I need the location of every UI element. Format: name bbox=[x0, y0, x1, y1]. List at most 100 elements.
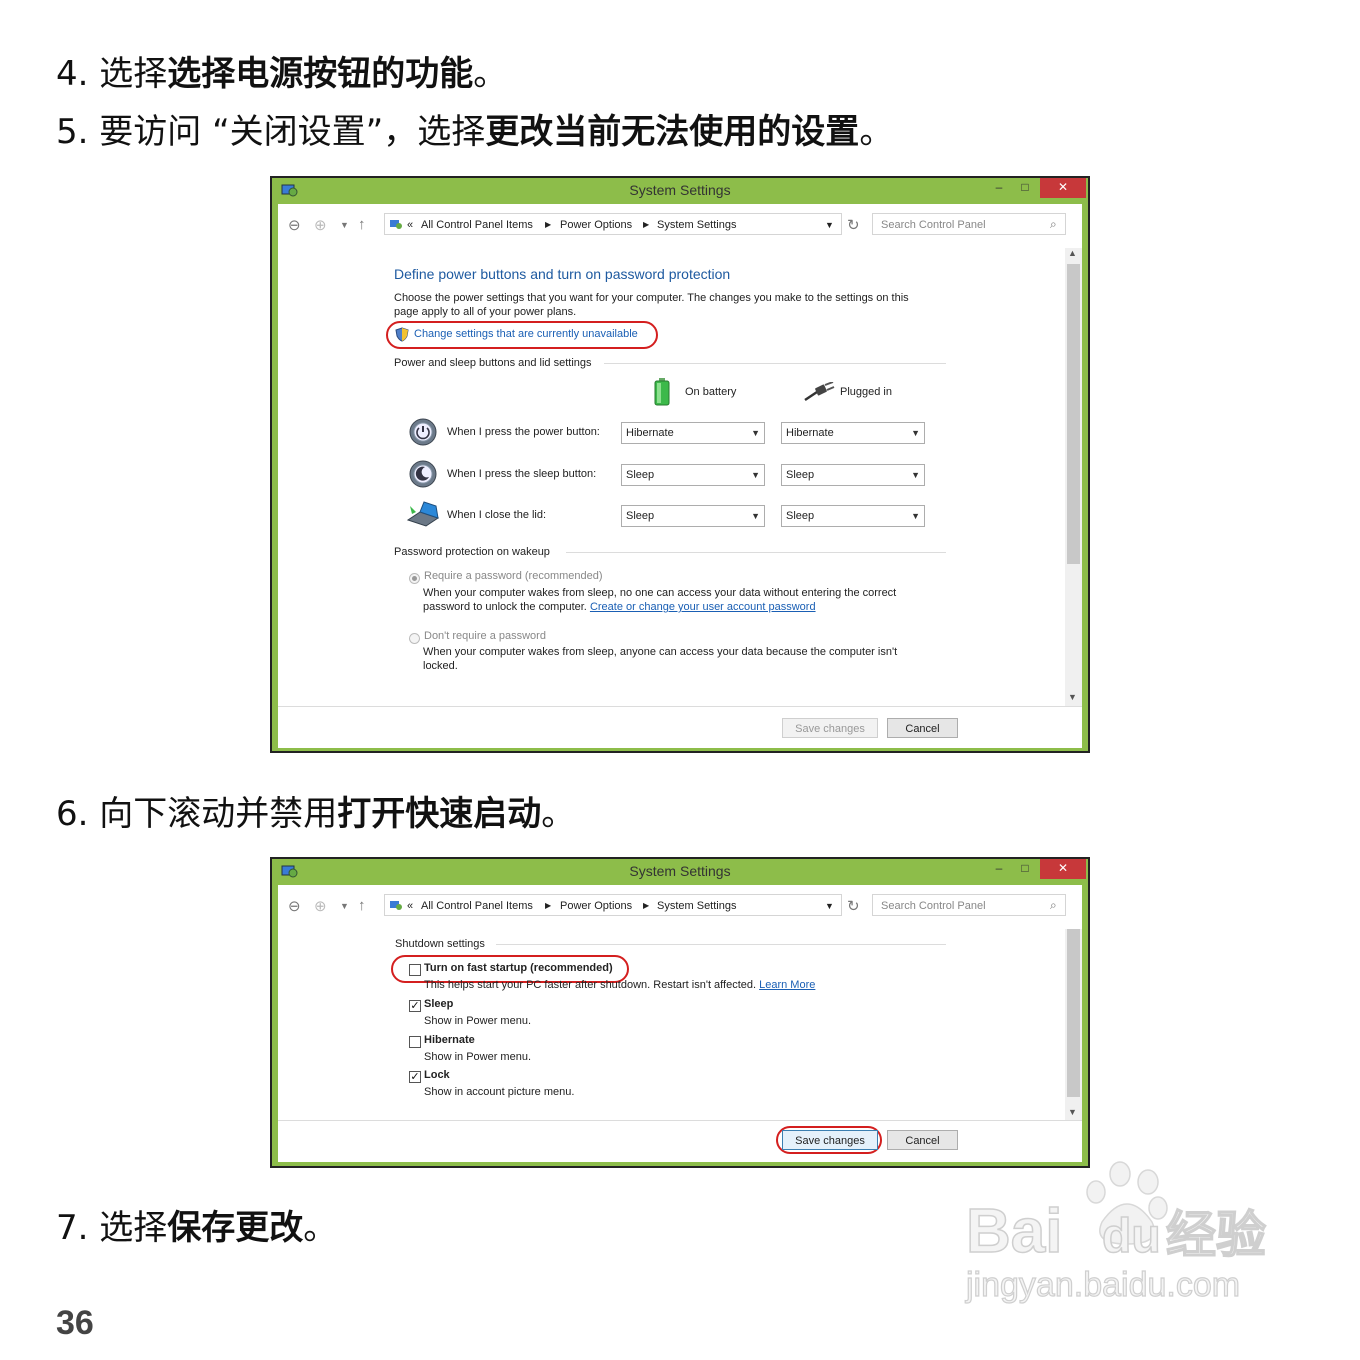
navigation-bar: ⊖ ⊕ ▼ ↑ « All Control Panel Items ▶ Powe… bbox=[278, 885, 1082, 930]
lock-checkbox[interactable]: ✓ bbox=[409, 1071, 421, 1083]
section-divider bbox=[604, 363, 946, 364]
up-icon[interactable]: ↑ bbox=[358, 216, 366, 233]
recent-locations-icon[interactable]: ▼ bbox=[340, 220, 349, 230]
breadcrumb-item[interactable]: All Control Panel Items bbox=[421, 214, 533, 236]
step-end: 。 bbox=[473, 54, 508, 94]
row-label: When I press the power button: bbox=[447, 426, 600, 438]
power-plug-icon bbox=[804, 382, 835, 402]
close-button[interactable]: ✕ bbox=[1040, 859, 1086, 879]
row-label: When I press the sleep button: bbox=[447, 468, 597, 480]
step-bold-text: 选择电源按钮的功能 bbox=[167, 54, 474, 94]
hibernate-checkbox[interactable] bbox=[409, 1036, 421, 1048]
breadcrumb-item[interactable]: System Settings bbox=[657, 214, 736, 236]
chevron-down-icon: ▼ bbox=[911, 511, 920, 521]
save-changes-button[interactable]: Save changes bbox=[782, 1130, 878, 1150]
breadcrumb-item[interactable]: Power Options bbox=[560, 214, 632, 236]
radio-label: Don't require a password bbox=[424, 630, 546, 642]
up-icon[interactable]: ↑ bbox=[358, 897, 366, 914]
sleep-button-battery-select[interactable]: Sleep ▼ bbox=[621, 464, 765, 486]
checkbox-label: Lock bbox=[424, 1069, 450, 1081]
address-bar[interactable]: « All Control Panel Items ▶ Power Option… bbox=[384, 894, 842, 916]
search-input[interactable]: Search Control Panel bbox=[872, 894, 1066, 916]
scroll-down-icon[interactable]: ▼ bbox=[1068, 1107, 1077, 1117]
select-value: Sleep bbox=[786, 469, 815, 481]
address-bar[interactable]: « All Control Panel Items ▶ Power Option… bbox=[384, 213, 842, 235]
scroll-thumb[interactable] bbox=[1067, 929, 1080, 1097]
recent-locations-icon[interactable]: ▼ bbox=[340, 901, 349, 911]
dropdown-icon[interactable]: ▼ bbox=[825, 895, 834, 917]
no-password-radio[interactable] bbox=[409, 633, 420, 644]
checkbox-label: Sleep bbox=[424, 998, 454, 1010]
scrollbar[interactable]: ▼ bbox=[1065, 929, 1082, 1120]
step-number: 4. bbox=[56, 54, 89, 94]
back-icon[interactable]: ⊖ bbox=[288, 897, 301, 915]
watermark-brand-2: du bbox=[1102, 1210, 1161, 1263]
scrollbar[interactable]: ▲ ▼ bbox=[1065, 248, 1082, 706]
power-button-plugged-select[interactable]: Hibernate ▼ bbox=[781, 422, 925, 444]
step-end: 。 bbox=[303, 1208, 338, 1248]
require-password-radio[interactable] bbox=[409, 573, 420, 584]
breadcrumb-item[interactable]: Power Options bbox=[560, 895, 632, 917]
section-divider bbox=[566, 552, 946, 553]
scroll-up-icon[interactable]: ▲ bbox=[1068, 248, 1077, 258]
breadcrumb-item[interactable]: All Control Panel Items bbox=[421, 895, 533, 917]
create-password-link[interactable]: Create or change your user account passw… bbox=[590, 601, 816, 613]
learn-more-link[interactable]: Learn More bbox=[759, 979, 815, 991]
step-end: 。 bbox=[541, 794, 576, 834]
forward-icon[interactable]: ⊕ bbox=[314, 216, 327, 234]
column-header-plugged: Plugged in bbox=[840, 386, 892, 398]
scroll-thumb[interactable] bbox=[1067, 264, 1080, 564]
maximize-button[interactable]: □ bbox=[1012, 859, 1038, 879]
option-description: Show in Power menu. bbox=[424, 1015, 531, 1027]
back-icon[interactable]: ⊖ bbox=[288, 216, 301, 234]
select-value: Hibernate bbox=[786, 427, 834, 439]
search-input[interactable]: Search Control Panel bbox=[872, 213, 1066, 235]
chevron-right-icon[interactable]: ▶ bbox=[643, 895, 649, 917]
minimize-button[interactable]: – bbox=[986, 859, 1012, 879]
sleep-checkbox[interactable]: ✓ bbox=[409, 1000, 421, 1012]
chevron-down-icon: ▼ bbox=[751, 470, 760, 480]
refresh-icon[interactable]: ↻ bbox=[847, 897, 860, 915]
lid-plugged-select[interactable]: Sleep ▼ bbox=[781, 505, 925, 527]
chevron-right-icon[interactable]: ▶ bbox=[545, 895, 551, 917]
cancel-button[interactable]: Cancel bbox=[887, 1130, 958, 1150]
step-7: 7. 选择保存更改。 bbox=[56, 1206, 337, 1250]
search-icon[interactable]: ⌕ bbox=[1050, 217, 1057, 232]
checkbox-label: Hibernate bbox=[424, 1034, 475, 1046]
fast-startup-checkbox[interactable] bbox=[409, 964, 421, 976]
option-description: locked. bbox=[423, 660, 458, 672]
change-settings-link[interactable]: Change settings that are currently unava… bbox=[414, 328, 638, 340]
step-bold-text: 保存更改 bbox=[167, 1208, 304, 1248]
breadcrumb-item[interactable]: System Settings bbox=[657, 895, 736, 917]
sleep-button-icon bbox=[409, 460, 437, 488]
select-value: Sleep bbox=[626, 469, 655, 481]
maximize-button[interactable]: □ bbox=[1012, 178, 1038, 198]
content-area: ▼ Shutdown settings Turn on fast startup… bbox=[278, 929, 1082, 1120]
lid-battery-select[interactable]: Sleep ▼ bbox=[621, 505, 765, 527]
option-description: Show in account picture menu. bbox=[424, 1086, 575, 1098]
minimize-button[interactable]: – bbox=[986, 178, 1012, 198]
chevron-right-icon[interactable]: ▶ bbox=[643, 214, 649, 236]
chevron-down-icon: ▼ bbox=[751, 511, 760, 521]
close-button[interactable]: ✕ bbox=[1040, 178, 1086, 198]
search-icon[interactable]: ⌕ bbox=[1050, 898, 1057, 913]
cancel-button[interactable]: Cancel bbox=[887, 718, 958, 738]
chevron-right-icon[interactable]: ▶ bbox=[545, 214, 551, 236]
step-number: 5. bbox=[56, 112, 89, 152]
power-button-battery-select[interactable]: Hibernate ▼ bbox=[621, 422, 765, 444]
save-changes-button[interactable]: Save changes bbox=[782, 718, 878, 738]
title-bar: System Settings – □ ✕ bbox=[272, 178, 1088, 204]
control-panel-icon bbox=[390, 901, 402, 910]
chevron-down-icon: ▼ bbox=[911, 470, 920, 480]
refresh-icon[interactable]: ↻ bbox=[847, 216, 860, 234]
dropdown-icon[interactable]: ▼ bbox=[825, 214, 834, 236]
option-description: This helps start your PC faster after sh… bbox=[424, 979, 815, 991]
step-bold-text: 更改当前无法使用的设置 bbox=[485, 112, 860, 152]
step-4: 4. 选择选择电源按钮的功能。 bbox=[56, 52, 507, 96]
system-settings-window-1: System Settings – □ ✕ ⊖ ⊕ ▼ ↑ « All Cont… bbox=[270, 176, 1090, 753]
forward-icon[interactable]: ⊕ bbox=[314, 897, 327, 915]
scroll-down-icon[interactable]: ▼ bbox=[1068, 692, 1077, 702]
breadcrumb-prefix: « bbox=[407, 900, 414, 912]
sleep-button-plugged-select[interactable]: Sleep ▼ bbox=[781, 464, 925, 486]
laptop-lid-icon bbox=[406, 501, 440, 527]
